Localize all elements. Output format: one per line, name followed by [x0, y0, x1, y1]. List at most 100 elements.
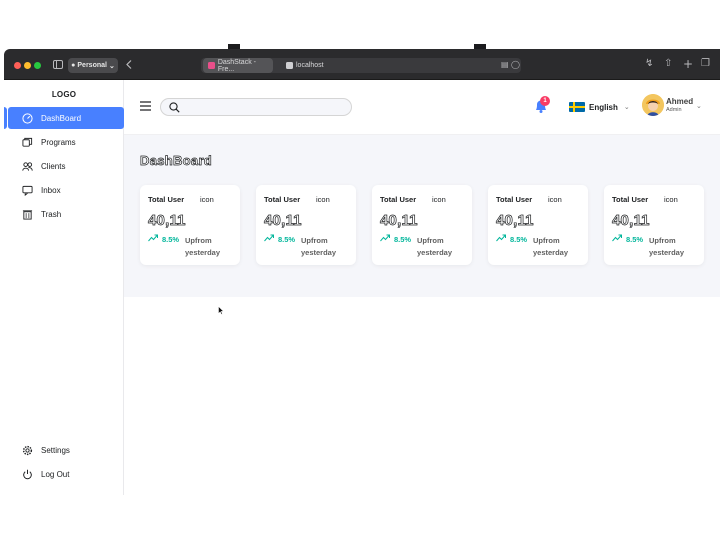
sidebar-item-programs[interactable]: Programs — [8, 131, 124, 153]
search-icon — [169, 102, 180, 113]
screen: ● Personal ⌄ DashStack - Fre... localhos… — [0, 0, 720, 540]
sidebar-item-label: Log Out — [41, 469, 70, 479]
stat-card: Total User icon 40,11 8.5% Upfrom yester… — [372, 185, 472, 265]
chevron-down-icon[interactable]: ⌄ — [696, 102, 702, 110]
logo: LOGO — [51, 90, 77, 99]
menu-icon[interactable] — [140, 101, 151, 111]
card-change: 8.5% — [394, 235, 412, 244]
new-tab-icon[interactable]: + — [683, 58, 693, 70]
avatar[interactable] — [642, 94, 664, 116]
card-icon-placeholder: icon — [432, 195, 446, 204]
back-arrow-icon[interactable] — [126, 60, 132, 69]
card-icon-placeholder: icon — [316, 195, 330, 204]
tab-localhost[interactable]: localhost — [281, 58, 401, 73]
card-title: Total User — [148, 195, 185, 204]
page-title: DashBoard — [140, 153, 213, 169]
browser-window: ● Personal ⌄ DashStack - Fre... localhos… — [4, 49, 720, 495]
active-indicator — [4, 107, 7, 129]
card-value: 40,11 — [148, 212, 186, 230]
card-description: Upfrom yesterday — [301, 236, 337, 257]
person-icon: ● — [71, 62, 76, 69]
sidebar-item-label: Clients — [41, 161, 66, 171]
card-description: Upfrom yesterday — [649, 236, 685, 257]
tab-bar: DashStack - Fre... localhost ▤ ◯ — [201, 58, 521, 73]
card-value: 40,11 — [612, 212, 650, 230]
card-title: Total User — [612, 195, 649, 204]
stat-card: Total User icon 40,11 8.5% Upfrom yester… — [256, 185, 356, 265]
card-title: Total User — [264, 195, 301, 204]
card-icon-placeholder: icon — [200, 195, 214, 204]
sidebar-item-settings[interactable]: Settings — [8, 439, 124, 461]
trending-up-icon — [264, 234, 274, 242]
sidebar-item-clients[interactable]: Clients — [8, 155, 124, 177]
trending-up-icon — [380, 234, 390, 242]
card-change: 8.5% — [278, 235, 296, 244]
card-title: Total User — [496, 195, 533, 204]
card-description: Upfrom yesterday — [533, 236, 569, 257]
search-input[interactable] — [183, 101, 343, 113]
trending-up-icon — [148, 234, 158, 242]
sidebar-item-dashboard[interactable]: DashBoard — [8, 107, 124, 129]
browser-toolbar: ● Personal ⌄ DashStack - Fre... localhos… — [4, 49, 720, 80]
sidebar-item-label: Inbox — [41, 185, 61, 195]
language-selector[interactable]: English ⌄ — [569, 100, 630, 114]
card-change: 8.5% — [162, 235, 180, 244]
tab-label: localhost — [296, 62, 324, 69]
card-description: Upfrom yesterday — [185, 236, 221, 257]
sidebar-item-label: DashBoard — [41, 113, 82, 123]
trending-up-icon — [496, 234, 506, 242]
chevron-down-icon: ⌄ — [623, 104, 630, 111]
trash-icon — [22, 209, 33, 220]
sidebar-item-logout[interactable]: Log Out — [8, 463, 124, 485]
card-title: Total User — [380, 195, 417, 204]
trending-up-icon — [612, 234, 622, 242]
chevron-down-icon: ⌄ — [108, 62, 115, 70]
page-favicon-icon — [286, 62, 293, 69]
figma-favicon-icon — [208, 62, 215, 69]
gear-icon — [22, 445, 33, 455]
tab-dashstack[interactable]: DashStack - Fre... — [203, 58, 273, 73]
card-value: 40,11 — [496, 212, 534, 230]
close-window-dot[interactable] — [14, 62, 21, 69]
dashboard-gauge-icon — [22, 112, 33, 124]
sidebar-item-trash[interactable]: Trash — [8, 203, 124, 225]
tab-label: DashStack - Fre... — [217, 58, 256, 73]
search-bar[interactable] — [160, 98, 352, 116]
mouse-cursor-icon — [218, 306, 224, 315]
sidebar-item-label: Settings — [41, 445, 70, 455]
card-value: 40,11 — [380, 212, 418, 230]
download-icon[interactable]: ↯ — [645, 59, 653, 69]
sidebar-item-label: Trash — [41, 209, 62, 219]
notification-badge: 1 — [540, 96, 550, 106]
card-description: Upfrom yesterday — [417, 236, 453, 257]
tab-overview-icon[interactable]: ❐ — [701, 59, 710, 69]
card-icon-placeholder: icon — [548, 195, 562, 204]
sidebar-toggle-icon[interactable] — [53, 60, 63, 69]
sidebar-item-inbox[interactable]: Inbox — [8, 179, 124, 201]
zoom-window-dot[interactable] — [34, 62, 41, 69]
stat-card: Total User icon 40,11 8.5% Upfrom yester… — [604, 185, 704, 265]
stat-card: Total User icon 40,11 8.5% Upfrom yester… — [488, 185, 588, 265]
translate-icon[interactable]: ▤ — [501, 61, 509, 69]
card-change: 8.5% — [626, 235, 644, 244]
card-icon-placeholder: icon — [664, 195, 678, 204]
share-icon[interactable]: ⇧ — [664, 59, 672, 69]
users-icon — [22, 161, 33, 171]
top-header: 1 English ⌄ Ahmed Admin ⌄ — [124, 80, 720, 135]
shield-icon[interactable]: ◯ — [511, 61, 520, 69]
card-change: 8.5% — [510, 235, 528, 244]
sweden-flag-icon — [569, 102, 585, 112]
minimize-window-dot[interactable] — [24, 62, 31, 69]
user-name: Ahmed — [666, 97, 694, 106]
power-icon — [23, 469, 32, 479]
profile-switcher[interactable]: ● Personal ⌄ — [68, 58, 118, 73]
profile-label: Personal — [77, 62, 107, 69]
user-role: Admin — [666, 107, 682, 113]
sidebar: LOGO DashBoard Programs Clients Inbox Tr… — [4, 80, 124, 495]
language-label: English — [589, 102, 618, 112]
layers-icon — [22, 137, 33, 147]
main-content: DashBoard Total User icon 40,11 8.5% Upf… — [124, 135, 720, 297]
inbox-icon — [22, 185, 33, 196]
stat-card: Total User icon 40,11 8.5% Upfrom yester… — [140, 185, 240, 265]
sidebar-item-label: Programs — [41, 137, 76, 147]
